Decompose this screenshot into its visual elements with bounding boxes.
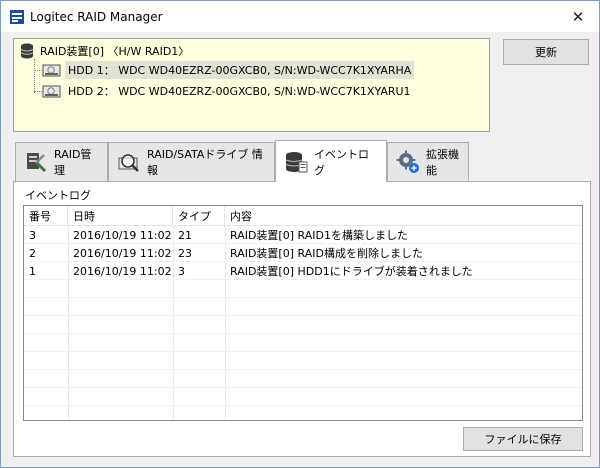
refresh-button[interactable]: 更新: [503, 39, 589, 65]
table-row-empty: [24, 406, 582, 420]
tab-label: RAID管理: [54, 148, 92, 177]
tree-connector: [34, 70, 42, 71]
table-row-empty: [24, 280, 582, 298]
database-icon: [285, 151, 308, 172]
cell-type: 23: [178, 246, 192, 260]
table-row[interactable]: 1 2016/10/19 11:02 3 RAID装置[0] HDD1にドライブ…: [24, 262, 582, 280]
table-row-empty: [24, 316, 582, 334]
save-to-file-button[interactable]: ファイルに保存: [463, 427, 583, 451]
app-icon: [10, 9, 24, 24]
tree-item-label: RAID装置[0] 〈H/W RAID1〉: [40, 45, 190, 58]
tree-item-hdd-2[interactable]: HDD 2： WDC WD40EZRZ-00GXCB0, S/N:WD-WCC7…: [42, 82, 414, 100]
cell-content: RAID装置[0] HDD1にドライブが装着されました: [230, 265, 473, 278]
cell-datetime: 2016/10/19 11:02: [73, 228, 172, 242]
table-body: 3 2016/10/19 11:02 21 RAID装置[0] RAID1を構築…: [24, 226, 582, 420]
cell-content: RAID装置[0] RAID1を構築しました: [230, 229, 408, 242]
close-button[interactable]: ✕: [563, 5, 593, 29]
table-row-empty: [24, 388, 582, 406]
window-title: Logitec RAID Manager: [30, 9, 163, 24]
drive-inspect-icon: [118, 154, 139, 172]
table-row-empty: [24, 352, 582, 370]
hard-drive-icon: [42, 64, 61, 77]
hard-drive-icon: [42, 85, 61, 98]
tab-raid-sata-drive-info[interactable]: RAID/SATAドライブ 情報: [108, 142, 275, 181]
tab-event-log[interactable]: イベントログ: [275, 140, 387, 182]
tab-label: RAID/SATAドライブ 情報: [147, 148, 263, 177]
cell-type: 21: [178, 228, 192, 242]
tab-raid-management[interactable]: RAID管理: [15, 142, 108, 181]
column-header-content[interactable]: 内容: [225, 206, 582, 226]
group-label: イベントログ: [25, 189, 91, 202]
event-log-table[interactable]: 番号 日時 タイプ 内容 3 2016/10/19 11:02 21 RAID装…: [23, 205, 583, 421]
table-row[interactable]: 3 2016/10/19 11:02 21 RAID装置[0] RAID1を構築…: [24, 226, 582, 244]
tab-extensions[interactable]: 拡張機能: [387, 142, 469, 181]
column-header-datetime[interactable]: 日時: [68, 206, 173, 226]
close-icon: ✕: [571, 8, 585, 26]
title-bar[interactable]: Logitec RAID Manager ✕: [1, 1, 599, 32]
table-row-empty: [24, 298, 582, 316]
cell-datetime: 2016/10/19 11:02: [73, 246, 172, 260]
tree-item-raid-device[interactable]: RAID装置[0] 〈H/W RAID1〉: [20, 42, 189, 60]
tree-item-label: HDD 1： WDC WD40EZRZ-00GXCB0, S/N:WD-WCC7…: [65, 61, 415, 79]
cell-number: 1: [29, 264, 36, 278]
table-row-empty: [24, 334, 582, 352]
tree-connector: [34, 91, 42, 92]
tree-item-hdd-1[interactable]: HDD 1： WDC WD40EZRZ-00GXCB0, S/N:WD-WCC7…: [42, 61, 415, 79]
tree-connector: [34, 59, 35, 93]
cell-type: 3: [178, 264, 185, 278]
tab-label: 拡張機能: [426, 148, 459, 177]
tree-item-label: HDD 2： WDC WD40EZRZ-00GXCB0, S/N:WD-WCC7…: [68, 85, 411, 98]
table-row-empty: [24, 370, 582, 388]
event-log-panel: イベントログ 番号 日時 タイプ 内容 3 2016/10/19 11:02 2…: [13, 181, 591, 457]
column-header-number[interactable]: 番号: [24, 206, 68, 226]
database-icon: [20, 43, 34, 59]
cell-content: RAID装置[0] RAID構成を削除しました: [230, 247, 423, 260]
tab-label: イベントログ: [314, 147, 369, 177]
gear-plus-icon: [396, 150, 419, 173]
device-tree[interactable]: RAID装置[0] 〈H/W RAID1〉 HDD 1： WDC WD40EZR…: [13, 38, 490, 132]
cell-number: 2: [29, 246, 36, 260]
raid-tools-icon: [27, 153, 47, 173]
cell-datetime: 2016/10/19 11:02: [73, 264, 172, 278]
cell-number: 3: [29, 228, 36, 242]
table-row[interactable]: 2 2016/10/19 11:02 23 RAID装置[0] RAID構成を削…: [24, 244, 582, 262]
table-header: 番号 日時 タイプ 内容: [24, 206, 582, 226]
main-window: Logitec RAID Manager ✕ RAID装置[0] 〈H/W RA…: [0, 0, 600, 468]
column-header-type[interactable]: タイプ: [173, 206, 225, 226]
